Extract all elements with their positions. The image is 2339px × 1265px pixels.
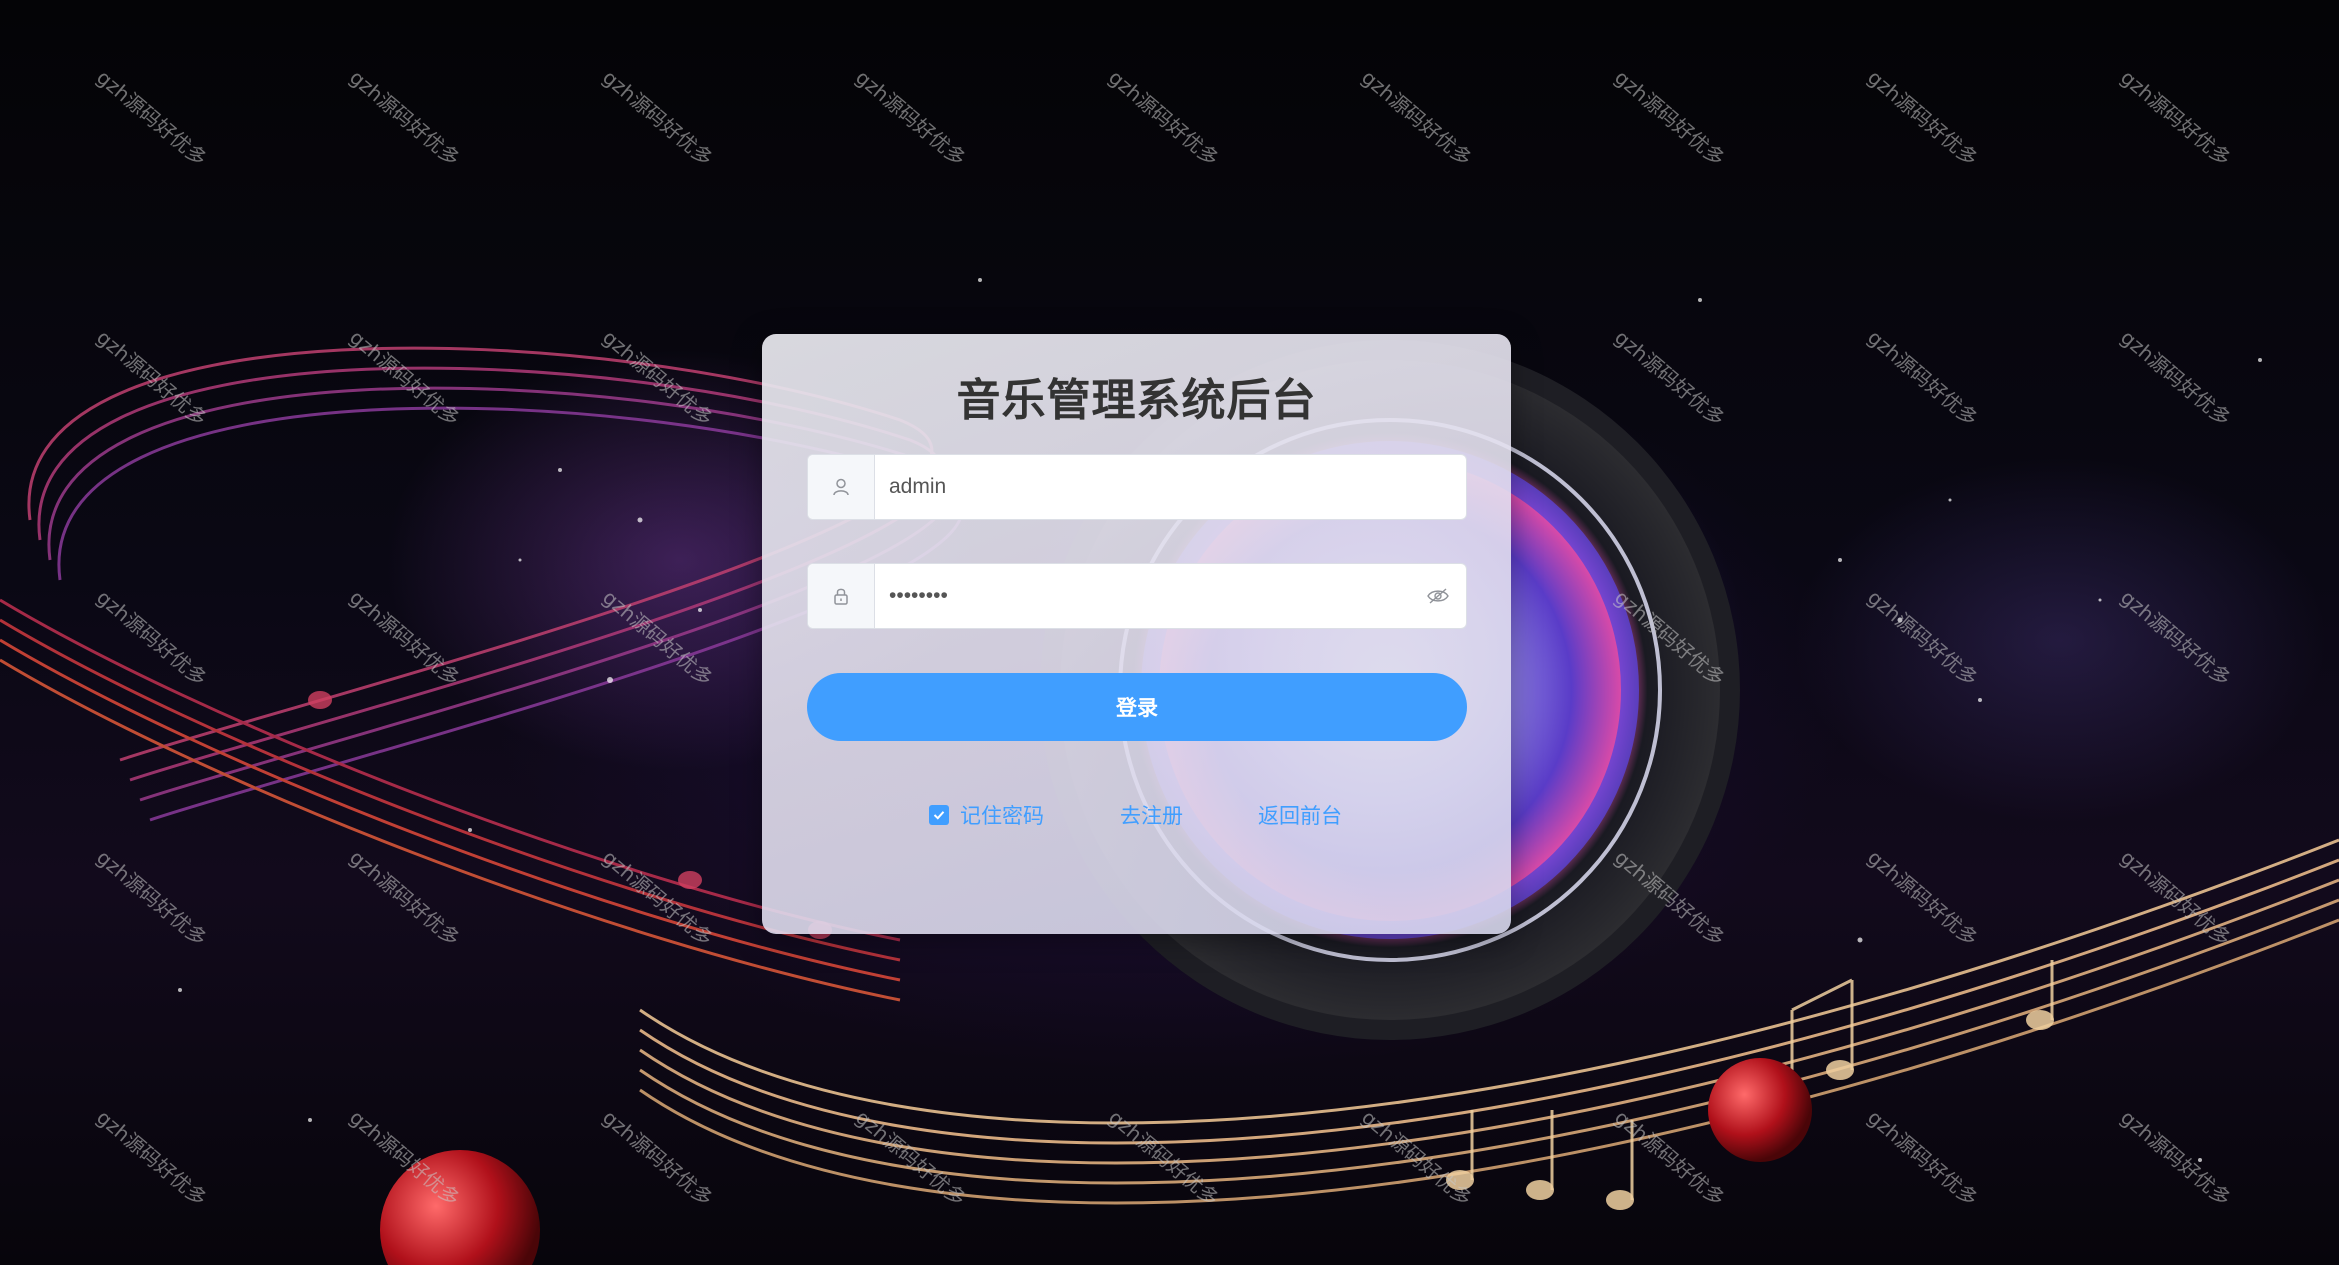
password-field: [807, 563, 1467, 629]
login-title: 音乐管理系统后台: [956, 375, 1317, 426]
remember-password-checkbox[interactable]: 记住密码: [929, 800, 1044, 830]
login-button[interactable]: 登录: [807, 673, 1467, 741]
login-options: 记住密码 去注册 返回前台: [762, 800, 1511, 830]
login-card: 音乐管理系统后台 admin •••••••• 登录 记住密码 去注册 返回前台: [762, 334, 1511, 934]
password-input[interactable]: [875, 565, 1410, 627]
lock-icon: [808, 564, 875, 628]
checkbox-checked-icon[interactable]: [929, 805, 949, 825]
user-icon: [808, 455, 875, 519]
back-to-frontend-link[interactable]: 返回前台: [1258, 800, 1342, 830]
username-input[interactable]: [875, 456, 1466, 518]
remember-password-label[interactable]: 记住密码: [960, 800, 1044, 830]
username-field: [807, 454, 1467, 520]
login-page: gzh源码好优多 gzh源码好优多 gzh源码好优多 gzh源码好优多 gzh源…: [0, 0, 2339, 1265]
register-link[interactable]: 去注册: [1120, 800, 1183, 830]
eye-off-icon[interactable]: [1410, 564, 1466, 628]
